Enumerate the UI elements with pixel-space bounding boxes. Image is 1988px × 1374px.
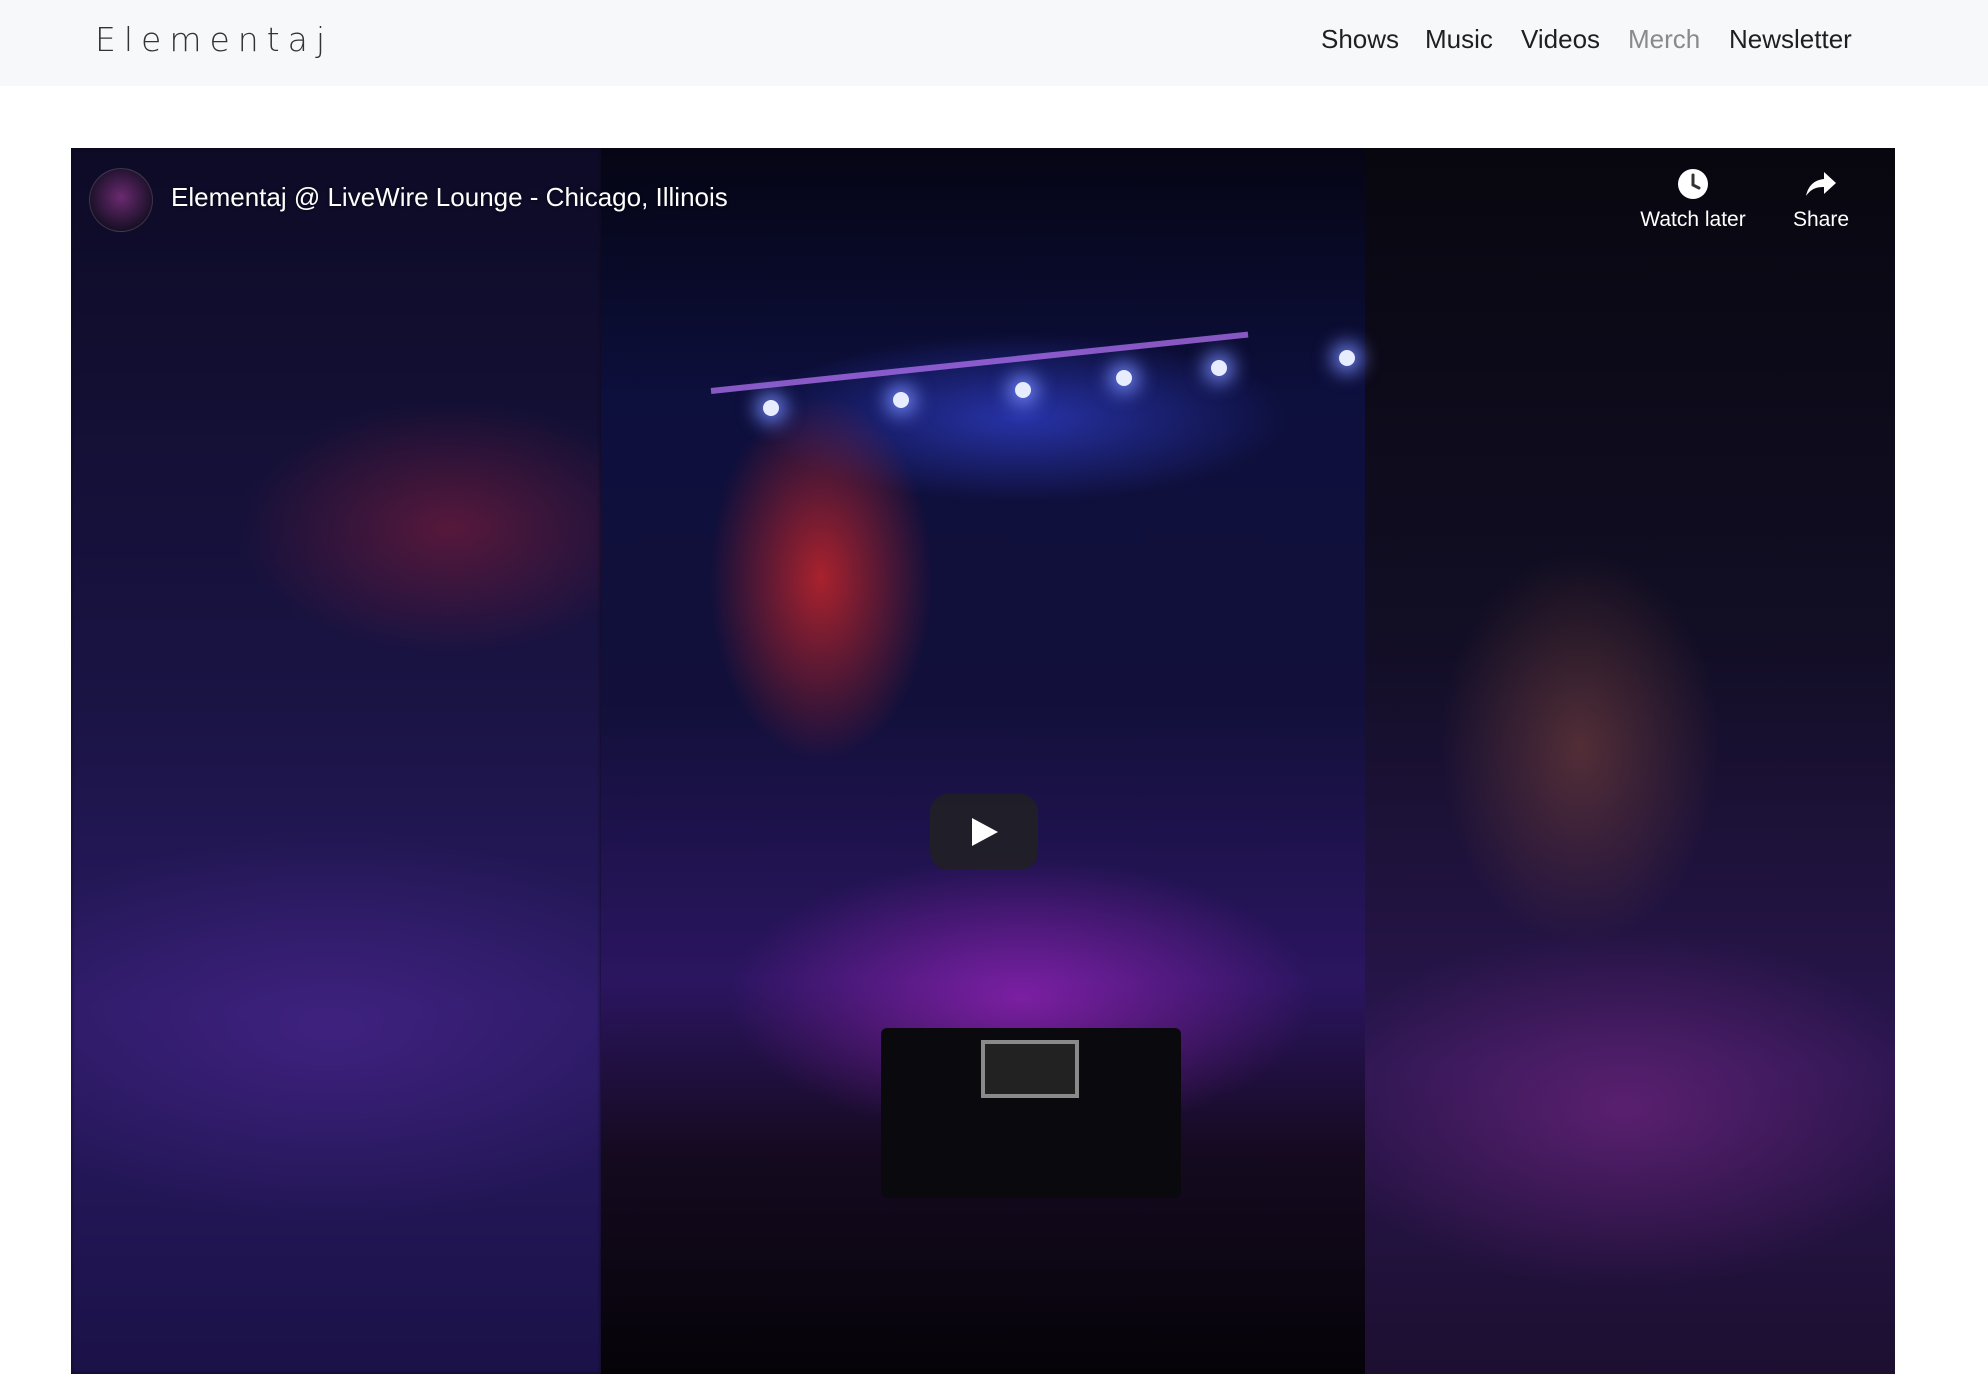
- clock-icon: [1675, 166, 1711, 202]
- watch-later-label: Watch later: [1640, 208, 1746, 231]
- speaker-grill: [981, 1040, 1079, 1098]
- channel-avatar[interactable]: [89, 168, 153, 232]
- brand-logo[interactable]: Elementaj: [95, 20, 333, 59]
- stage-light: [763, 400, 779, 416]
- video-blur-left: [71, 148, 601, 1374]
- watch-later-button[interactable]: Watch later: [1623, 166, 1763, 246]
- main-nav: Shows Music Videos Merch Newsletter: [1300, 24, 1860, 60]
- top-navbar: Elementaj Shows Music Videos Merch Newsl…: [0, 0, 1988, 86]
- embedded-video-player[interactable]: Elementaj @ LiveWire Lounge - Chicago, I…: [71, 148, 1895, 1374]
- nav-videos[interactable]: Videos: [1521, 24, 1600, 55]
- nav-newsletter[interactable]: Newsletter: [1729, 24, 1852, 55]
- video-blur-right: [1365, 148, 1895, 1374]
- stage-light: [1116, 370, 1132, 386]
- stage-light: [1015, 382, 1031, 398]
- stage-light: [1339, 350, 1355, 366]
- share-label: Share: [1792, 208, 1850, 231]
- stage-light: [893, 392, 909, 408]
- stage-monitor-speaker: [881, 1028, 1181, 1198]
- nav-merch[interactable]: Merch: [1628, 24, 1700, 55]
- video-title[interactable]: Elementaj @ LiveWire Lounge - Chicago, I…: [171, 182, 728, 213]
- play-icon: [972, 818, 998, 846]
- play-button[interactable]: [930, 794, 1038, 870]
- share-button[interactable]: Share: [1751, 166, 1891, 246]
- stage-light: [1211, 360, 1227, 376]
- share-arrow-icon: [1803, 166, 1839, 202]
- nav-shows[interactable]: Shows: [1321, 24, 1399, 55]
- nav-music[interactable]: Music: [1425, 24, 1493, 55]
